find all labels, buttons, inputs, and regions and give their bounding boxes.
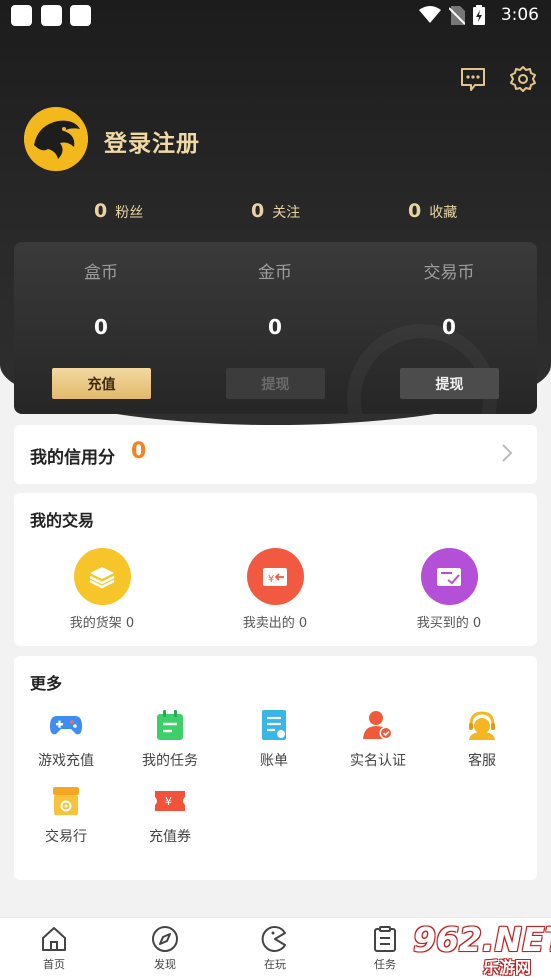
- login-register-link[interactable]: 登录注册: [104, 124, 200, 158]
- more-item-recharge-coupon[interactable]: ¥ 充值券: [118, 784, 222, 846]
- stat-label: 关注: [272, 205, 301, 221]
- more-item-real-name[interactable]: 实名认证: [326, 708, 430, 770]
- tab-home[interactable]: 首页: [24, 924, 84, 972]
- more-item-label: 游戏充值: [38, 753, 94, 769]
- trade-item-label: 我的货架 0: [69, 616, 135, 631]
- status-icons: [419, 5, 485, 25]
- wallet-value: 0: [94, 315, 108, 339]
- trade-title: 我的交易: [30, 511, 95, 530]
- tab-label: 任务: [374, 958, 396, 971]
- stat-value: 0: [408, 200, 422, 222]
- withdraw-gold-button[interactable]: 提现: [226, 368, 325, 399]
- bought-icon: [420, 548, 478, 605]
- tab-playing[interactable]: 在玩: [245, 924, 305, 972]
- message-icon[interactable]: [459, 65, 487, 93]
- more-item-label: 充值券: [149, 829, 191, 845]
- more-item-trading-house[interactable]: 交易行: [14, 784, 118, 846]
- more-item-label: 交易行: [45, 829, 87, 845]
- stat-label: 收藏: [429, 205, 458, 221]
- shop-icon: [49, 784, 83, 818]
- more-item-label: 实名认证: [350, 753, 406, 769]
- stat-fans[interactable]: 0 粉丝: [94, 200, 143, 222]
- wallet-name: 金币: [258, 263, 292, 283]
- header-actions: [459, 65, 537, 93]
- recharge-button[interactable]: 充值: [52, 368, 151, 399]
- stat-value: 0: [94, 200, 108, 222]
- stat-favorites[interactable]: 0 收藏: [408, 200, 457, 222]
- wifi-icon: [419, 6, 441, 23]
- gear-icon[interactable]: [509, 65, 537, 93]
- trade-item-label: 我买到的 0: [416, 616, 482, 631]
- wallet-name: 盒币: [84, 263, 118, 283]
- status-bar: 3:06: [0, 0, 551, 32]
- tab-label: 在玩: [264, 958, 286, 971]
- more-item-label: 账单: [260, 753, 288, 769]
- wallet-name: 交易币: [423, 263, 475, 283]
- svg-text:¥: ¥: [165, 795, 172, 808]
- my-trade-card: 我的交易 我的货架 0 ¥ 我卖出的 0 我买到的 0: [14, 493, 537, 646]
- trade-item-sold[interactable]: ¥ 我卖出的 0: [215, 548, 335, 631]
- credit-score-row[interactable]: 我的信用分 0: [14, 425, 537, 484]
- customer-service-icon: [465, 708, 499, 742]
- more-item-customer-service[interactable]: 客服: [430, 708, 534, 770]
- wallet-panel: 盒币 0 充值 金币 0 提现 交易币 0 提现: [14, 242, 537, 414]
- stat-value: 0: [251, 200, 265, 222]
- more-title: 更多: [30, 674, 63, 693]
- sold-icon: ¥: [246, 548, 304, 605]
- more-item-game-recharge[interactable]: 游戏充值: [14, 708, 118, 770]
- more-item-label: 我的任务: [142, 753, 198, 769]
- notification-icon: [11, 5, 32, 26]
- trade-item-bought[interactable]: 我买到的 0: [389, 548, 509, 631]
- stat-label: 粉丝: [115, 205, 144, 221]
- tab-label: 发现: [154, 958, 176, 971]
- shelf-icon: [73, 548, 131, 605]
- pacman-icon: [261, 926, 286, 952]
- wallet-trade-coin: 交易币 0 提现: [362, 242, 536, 414]
- battery-icon: [473, 5, 485, 25]
- more-item-my-tasks[interactable]: 我的任务: [118, 708, 222, 770]
- credit-label: 我的信用分: [30, 448, 115, 468]
- wallet-value: 0: [442, 315, 456, 339]
- coupon-icon: ¥: [153, 784, 187, 818]
- wallet-box-coin: 盒币 0 充值: [14, 242, 188, 414]
- dragon-logo-icon: [24, 107, 88, 171]
- wallet-gold-coin: 金币 0 提现: [188, 242, 362, 414]
- verified-user-icon: [361, 708, 395, 742]
- tab-tasks[interactable]: 任务: [355, 924, 415, 972]
- trade-item-label: 我卖出的 0: [242, 616, 308, 631]
- calendar-task-icon: [153, 708, 187, 742]
- chevron-right-icon: [502, 444, 513, 462]
- svg-text:¥: ¥: [268, 574, 274, 585]
- notification-icon: [70, 5, 91, 26]
- watermark: 962.NET 乐游网: [407, 918, 551, 977]
- withdraw-trade-button[interactable]: 提现: [400, 368, 499, 399]
- bill-icon: [257, 708, 291, 742]
- stat-following[interactable]: 0 关注: [251, 200, 300, 222]
- more-item-bill[interactable]: 账单: [222, 708, 326, 770]
- user-stats: 0 粉丝 0 关注 0 收藏: [0, 200, 551, 224]
- wallet-value: 0: [268, 315, 282, 339]
- clock: 3:06: [500, 5, 539, 25]
- avatar[interactable]: [24, 107, 88, 171]
- tab-label: 首页: [43, 958, 65, 971]
- compass-icon: [152, 926, 178, 952]
- no-sim-icon: [449, 5, 465, 25]
- watermark-line2: 乐游网: [483, 958, 532, 977]
- notification-icon: [41, 5, 62, 26]
- home-icon: [42, 927, 66, 951]
- gamepad-icon: [49, 708, 83, 742]
- more-card: 更多 游戏充值 我的任务 账单 实名认证 客服 交易行 ¥ 充值券: [14, 656, 537, 880]
- task-list-icon: [374, 926, 396, 952]
- more-item-label: 客服: [468, 753, 496, 769]
- credit-score: 0: [131, 439, 147, 464]
- tab-discover[interactable]: 发现: [135, 924, 195, 972]
- trade-item-shelf[interactable]: 我的货架 0: [42, 548, 162, 631]
